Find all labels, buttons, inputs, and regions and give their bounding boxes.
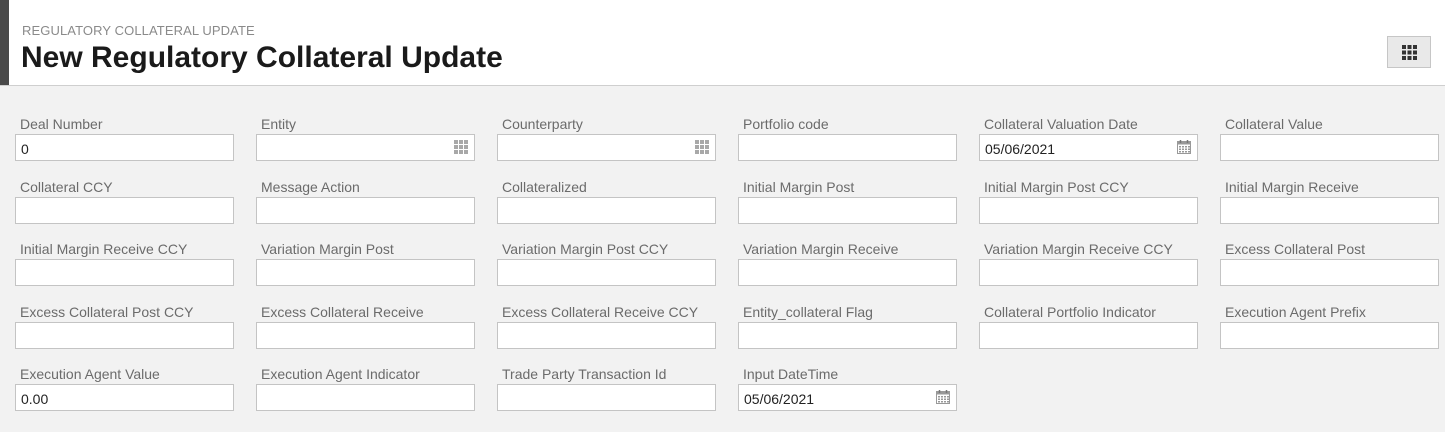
trade-party-transaction-id-input[interactable] (497, 384, 716, 411)
initial-margin-receive-input[interactable] (1220, 197, 1439, 224)
entity-collateral-flag-label: Entity_collateral Flag (743, 304, 873, 320)
collateral-ccy-input[interactable] (15, 197, 234, 224)
excess-collateral-receive-ccy-label: Excess Collateral Receive CCY (502, 304, 699, 320)
initial-margin-receive-ccy-label: Initial Margin Receive CCY (20, 241, 188, 257)
message-action-label: Message Action (261, 179, 360, 195)
excess-collateral-receive-input[interactable] (256, 322, 475, 349)
variation-margin-post-ccy-input[interactable] (497, 259, 716, 286)
initial-margin-post-label: Initial Margin Post (743, 179, 855, 195)
initial-margin-post-input[interactable] (738, 197, 957, 224)
collateralized-label: Collateralized (502, 179, 587, 195)
execution-agent-indicator-label: Execution Agent Indicator (261, 366, 420, 382)
collateralized-input[interactable] (497, 197, 716, 224)
initial-margin-post-ccy-label: Initial Margin Post CCY (984, 179, 1129, 195)
page-header: REGULATORY COLLATERAL UPDATE New Regulat… (0, 0, 1445, 86)
calendar-icon[interactable] (935, 389, 951, 405)
variation-margin-receive-ccy-input[interactable] (979, 259, 1198, 286)
excess-collateral-post-ccy-label: Excess Collateral Post CCY (20, 304, 194, 320)
variation-margin-receive-label: Variation Margin Receive (743, 241, 899, 257)
collateral-valuation-date-label: Collateral Valuation Date (984, 116, 1138, 132)
excess-collateral-receive-ccy-input[interactable] (497, 322, 716, 349)
breadcrumb: REGULATORY COLLATERAL UPDATE (22, 23, 255, 38)
deal-number-label: Deal Number (20, 116, 103, 132)
header-accent-bar (0, 0, 9, 85)
execution-agent-prefix-label: Execution Agent Prefix (1225, 304, 1366, 320)
input-datetime-label: Input DateTime (743, 366, 839, 382)
entity-input[interactable] (256, 134, 475, 161)
collateral-value-input[interactable] (1220, 134, 1439, 161)
initial-margin-receive-label: Initial Margin Receive (1225, 179, 1359, 195)
variation-margin-post-label: Variation Margin Post (261, 241, 394, 257)
initial-margin-receive-ccy-input[interactable] (15, 259, 234, 286)
excess-collateral-post-input[interactable] (1220, 259, 1439, 286)
grid-icon (1402, 45, 1417, 60)
variation-margin-receive-ccy-label: Variation Margin Receive CCY (984, 241, 1173, 257)
lookup-grid-icon[interactable] (694, 139, 710, 155)
excess-collateral-receive-label: Excess Collateral Receive (261, 304, 424, 320)
grid-menu-button[interactable] (1387, 36, 1431, 68)
portfolio-code-label: Portfolio code (743, 116, 829, 132)
variation-margin-post-input[interactable] (256, 259, 475, 286)
execution-agent-indicator-input[interactable] (256, 384, 475, 411)
excess-collateral-post-label: Excess Collateral Post (1225, 241, 1366, 257)
counterparty-input[interactable] (497, 134, 716, 161)
deal-number-input[interactable] (15, 134, 234, 161)
variation-margin-post-ccy-label: Variation Margin Post CCY (502, 241, 669, 257)
execution-agent-prefix-input[interactable] (1220, 322, 1439, 349)
collateral-valuation-date-input[interactable] (979, 134, 1198, 161)
message-action-input[interactable] (256, 197, 475, 224)
trade-party-transaction-id-label: Trade Party Transaction Id (502, 366, 667, 382)
collateral-value-label: Collateral Value (1225, 116, 1323, 132)
collateral-ccy-label: Collateral CCY (20, 179, 113, 195)
portfolio-code-input[interactable] (738, 134, 957, 161)
entity-label: Entity (261, 116, 297, 132)
page-title: New Regulatory Collateral Update (21, 41, 503, 74)
collateral-portfolio-indicator-label: Collateral Portfolio Indicator (984, 304, 1156, 320)
entity-collateral-flag-input[interactable] (738, 322, 957, 349)
excess-collateral-post-ccy-input[interactable] (15, 322, 234, 349)
execution-agent-value-input[interactable] (15, 384, 234, 411)
execution-agent-value-label: Execution Agent Value (20, 366, 160, 382)
input-datetime-input[interactable] (738, 384, 957, 411)
variation-margin-receive-input[interactable] (738, 259, 957, 286)
collateral-portfolio-indicator-input[interactable] (979, 322, 1198, 349)
calendar-icon[interactable] (1176, 139, 1192, 155)
counterparty-label: Counterparty (502, 116, 583, 132)
lookup-grid-icon[interactable] (453, 139, 469, 155)
initial-margin-post-ccy-input[interactable] (979, 197, 1198, 224)
